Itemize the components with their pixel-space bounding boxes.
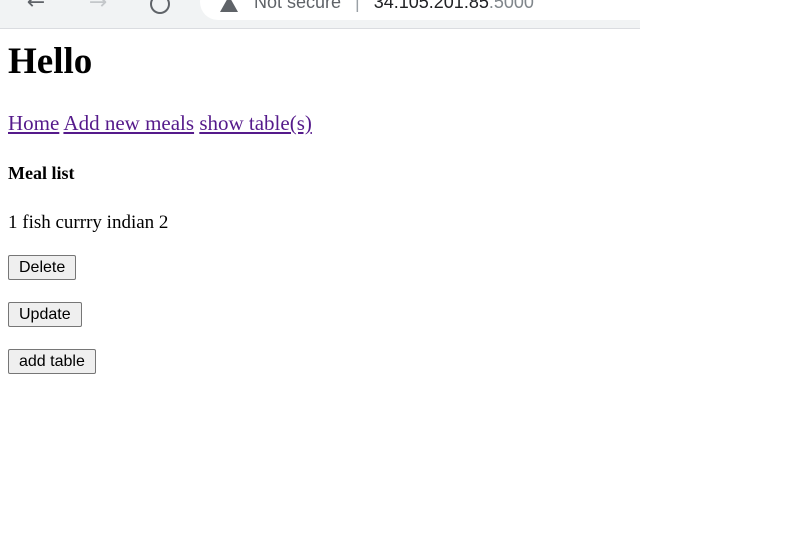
reload-icon[interactable] xyxy=(146,0,174,16)
add-table-button[interactable]: add table xyxy=(8,349,96,374)
page-title: Hello xyxy=(8,41,93,82)
url-host: 34.105.201.85 xyxy=(373,0,489,12)
arrow-right-icon[interactable]: → xyxy=(84,0,112,16)
nav-links: Home Add new meals show table(s) xyxy=(8,110,312,136)
nav-link-add-new-meals[interactable]: Add new meals xyxy=(63,111,194,135)
url-port: :5000 xyxy=(488,0,534,12)
nav-link-show-tables[interactable]: show table(s) xyxy=(199,111,312,135)
delete-button[interactable]: Delete xyxy=(8,255,77,280)
arrow-left-icon[interactable]: ← xyxy=(22,0,50,16)
nav-link-home[interactable]: Home xyxy=(8,111,59,135)
update-button[interactable]: Update xyxy=(8,302,82,327)
security-status-label[interactable]: Not secure xyxy=(254,0,341,13)
browser-toolbar: ← → Not secure | 34.105.201.85:5000 xyxy=(0,0,640,29)
address-separator: | xyxy=(355,0,360,12)
meal-list-heading: Meal list xyxy=(8,163,75,183)
address-bar[interactable]: Not secure | 34.105.201.85:5000 xyxy=(200,0,640,20)
meal-list-item: 1 fish currry indian 2 xyxy=(8,212,169,233)
warning-triangle-icon xyxy=(220,0,238,12)
